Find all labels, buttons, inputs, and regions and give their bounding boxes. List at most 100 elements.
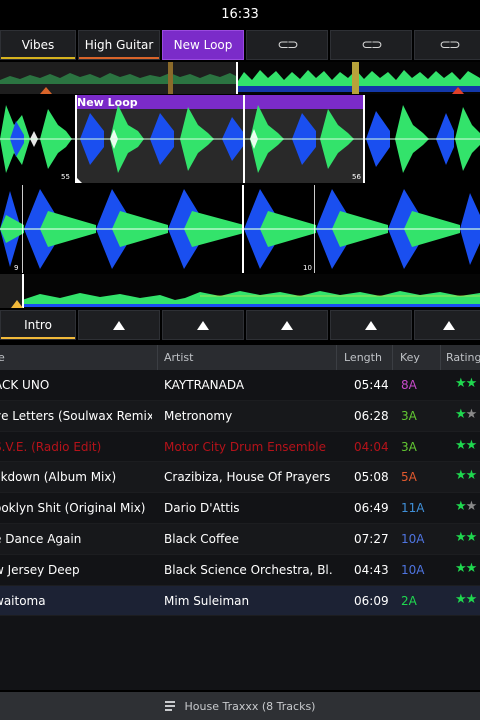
track-title: ACK UNO: [0, 378, 50, 392]
set-cue-icon: [281, 320, 293, 330]
table-row[interactable]: ve Letters (Soulwax Remix) Metronomy 06:28…: [0, 400, 480, 432]
track-title: ve Letters (Soulwax Remix): [0, 408, 152, 423]
table-row[interactable]: ACK UNO KAYTRANADA 05:44 8A ★★: [0, 370, 480, 401]
star-icon: ★: [465, 529, 478, 545]
star-icon: ★: [465, 499, 478, 515]
track-artist: Dario D'Attis: [164, 501, 240, 516]
track-rating[interactable]: ★★: [455, 468, 480, 483]
column-artist[interactable]: Artist: [164, 351, 193, 364]
hotcue-pad-empty[interactable]: [414, 310, 480, 340]
track-rating[interactable]: ★★: [455, 561, 480, 576]
table-row[interactable]: ooklyn Shit (Original Mix) Dario D'Attis 0…: [0, 493, 480, 524]
waveform-zoom-b: [0, 185, 480, 273]
loop-slot-button[interactable]: ⊂⊃: [246, 30, 328, 60]
playlist-icon: [164, 701, 179, 711]
table-row[interactable]: waitoma Mim Suleiman 06:09 2A ★★: [0, 585, 480, 617]
star-icon: ★: [465, 376, 478, 391]
star-icon: ★: [465, 437, 478, 453]
star-icon: ★: [455, 560, 467, 576]
playlist-name: House Traxxx (8 Tracks): [184, 699, 316, 713]
star-icon: ★: [455, 376, 467, 391]
track-overview-top[interactable]: [0, 62, 480, 94]
track-list: ACK UNOKAYTRANADA05:448A★★ve Letters (So…: [0, 370, 480, 617]
hotcue-pad-empty[interactable]: [162, 310, 244, 340]
track-library: e Artist Length Key Rating ACK UNO KAYTRA…: [0, 345, 480, 690]
track-rating[interactable]: ★★: [455, 438, 480, 453]
table-row[interactable]: ckdown (Album Mix) Crazibiza, House Of Pr…: [0, 462, 480, 494]
track-length: 07:27: [354, 531, 388, 546]
waveform-zoom-a: [0, 95, 480, 183]
waveform-deck-b[interactable]: 9 10: [0, 185, 480, 273]
track-length: 05:44: [354, 378, 388, 392]
star-icon: ★: [455, 529, 467, 545]
column-title[interactable]: e: [0, 351, 5, 364]
track-length: 05:08: [354, 470, 388, 485]
track-artist: Motor City Drum Ensemble: [164, 439, 326, 454]
cue-button-high-guitar[interactable]: High Guitar: [78, 30, 160, 60]
hotcue-pad-empty[interactable]: [246, 310, 328, 340]
track-artist: Metronomy: [164, 408, 233, 423]
hotcue-pad-intro[interactable]: Intro: [0, 310, 76, 340]
column-divider: [157, 345, 158, 370]
status-bar: 16:33: [0, 0, 480, 28]
track-artist: Black Coffee: [164, 531, 240, 546]
track-title: w Jersey Deep: [0, 562, 80, 577]
cue-label: Vibes: [21, 38, 55, 52]
track-key: 2A: [401, 593, 417, 608]
column-rating[interactable]: Rating: [446, 351, 480, 364]
table-row[interactable]: w Jersey Deep Black Science Orchestra, Bl…: [0, 555, 480, 586]
cue-label: High Guitar: [84, 38, 154, 52]
hotcue-pad-row: Intro: [0, 310, 480, 340]
column-length[interactable]: Length: [344, 351, 382, 364]
column-key[interactable]: Key: [400, 351, 420, 364]
track-rating[interactable]: ★★: [455, 499, 480, 514]
loop-slot-button[interactable]: ⊂⊃: [330, 30, 412, 60]
loop-icon: ⊂⊃: [361, 37, 383, 53]
hotcue-pad-empty[interactable]: [330, 310, 412, 340]
track-length: 06:49: [354, 501, 388, 516]
table-row[interactable]: e Dance Again Black Coffee 07:27 10A ★★: [0, 523, 480, 555]
track-rating[interactable]: ★★: [455, 376, 480, 391]
track-length: 06:28: [354, 408, 388, 423]
waveform-deck-a[interactable]: New Loop 55 56: [0, 95, 480, 183]
cue-button-new-loop[interactable]: New Loop: [162, 30, 244, 60]
set-cue-icon: [113, 320, 125, 330]
track-overview-bottom[interactable]: [0, 274, 480, 308]
track-title: e Dance Again: [0, 531, 82, 546]
table-header: e Artist Length Key Rating: [0, 345, 480, 370]
cue-button-vibes[interactable]: Vibes: [0, 30, 76, 60]
hotcue-pad-empty[interactable]: [78, 310, 160, 340]
track-title: waitoma: [0, 593, 46, 608]
track-key: 10A: [401, 562, 425, 577]
loop-slot-button[interactable]: ⊂⊃: [414, 30, 480, 60]
cue-underline: [1, 57, 75, 59]
overview-waveform: [0, 62, 480, 94]
track-artist: KAYTRANADA: [164, 378, 245, 392]
track-key: 11A: [401, 501, 425, 516]
beat-number: 56: [352, 173, 361, 181]
track-rating[interactable]: ★★: [455, 592, 480, 607]
star-icon: ★: [465, 406, 478, 422]
loop-icon: ⊂⊃: [439, 37, 461, 53]
pad-label: Intro: [24, 318, 52, 332]
beat-number: 9: [14, 264, 19, 272]
track-title: S.V.E. (Radio Edit): [0, 439, 102, 454]
set-cue-icon: [365, 320, 377, 330]
track-key: 10A: [401, 531, 425, 546]
track-length: 06:09: [354, 593, 388, 608]
loop-label: New Loop: [77, 96, 138, 109]
overview-waveform: [0, 274, 480, 308]
track-title: ooklyn Shit (Original Mix): [0, 501, 146, 516]
track-length: 04:43: [354, 562, 388, 577]
track-key: 8A: [401, 378, 417, 392]
table-row[interactable]: S.V.E. (Radio Edit) Motor City Drum Ensem…: [0, 432, 480, 463]
track-key: 3A: [401, 439, 417, 454]
track-rating[interactable]: ★★: [455, 530, 480, 545]
set-cue-icon: [443, 320, 455, 330]
playlist-footer[interactable]: House Traxxx (8 Tracks): [0, 692, 480, 720]
cue-row: Vibes High Guitar New Loop ⊂⊃ ⊂⊃ ⊂⊃: [0, 30, 480, 60]
track-rating[interactable]: ★★: [455, 407, 480, 422]
column-divider: [336, 345, 337, 370]
beat-number: 10: [303, 264, 312, 272]
star-icon: ★: [465, 468, 478, 484]
